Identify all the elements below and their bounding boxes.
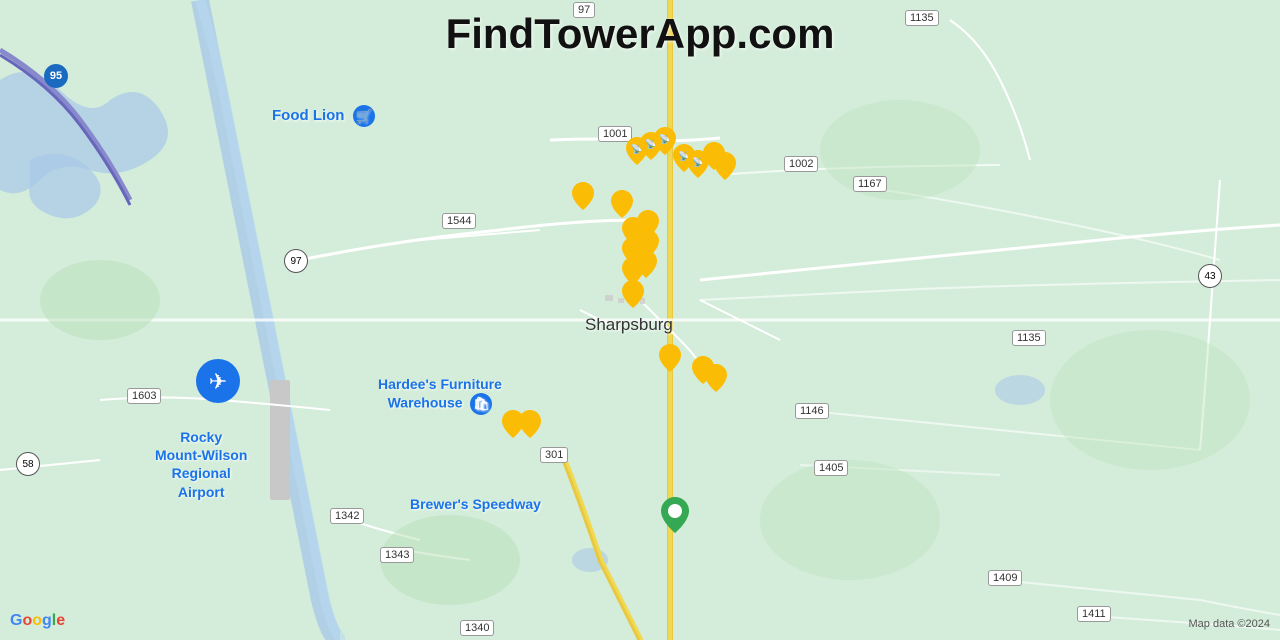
site-title: FindTowerApp.com — [446, 10, 835, 58]
road-badge-1343: 1343 — [380, 547, 414, 563]
place-label-brewers: Brewer's Speedway — [410, 496, 541, 512]
tower-marker-8 — [572, 182, 594, 210]
road-badge-1002: 1002 — [784, 156, 818, 172]
svg-text:📡: 📡 — [659, 133, 670, 144]
road-badge-1544: 1544 — [442, 213, 476, 229]
road-badge-1146: 1146 — [795, 403, 829, 419]
speedway-marker — [661, 497, 689, 538]
city-label-sharpsburg: Sharpsburg — [585, 315, 673, 335]
tower-marker-15 — [635, 250, 657, 278]
road-badge-1340: 1340 — [460, 620, 494, 636]
google-logo: Google — [10, 612, 65, 630]
airport-marker: ✈ — [196, 359, 240, 408]
road-badge-58: 58 — [16, 452, 40, 476]
hardees-bag-icon: 🛍 — [470, 393, 492, 415]
road-badge-1409: 1409 — [988, 570, 1022, 586]
food-lion-cart-icon: 🛒 — [353, 105, 375, 127]
tower-marker-21 — [519, 410, 541, 438]
road-badge-301: 301 — [540, 447, 568, 463]
road-badge-1603: 1603 — [127, 388, 161, 404]
road-badge-1405: 1405 — [814, 460, 848, 476]
road-badge-i95: 95 — [44, 64, 68, 88]
google-letter-g2: g — [42, 612, 52, 629]
tower-marker-9 — [611, 190, 633, 218]
tower-marker-16 — [622, 280, 644, 308]
tower-marker-19 — [705, 364, 727, 392]
road-badge-1411: 1411 — [1077, 606, 1111, 622]
road-badge-1167: 1167 — [853, 176, 887, 192]
tower-marker-17 — [659, 344, 681, 372]
google-letter-g: G — [10, 612, 22, 629]
map-data-text: Map data ©2024 — [1189, 618, 1271, 630]
svg-text:📡: 📡 — [692, 156, 703, 167]
map-container: FindTowerApp.com Sharpsburg Food Lion 🛒 … — [0, 0, 1280, 640]
google-letter-e: e — [56, 612, 65, 629]
road-badge-97a: 97 — [284, 249, 308, 273]
tower-marker-7 — [714, 152, 736, 180]
road-badge-1135b: 1135 — [1012, 330, 1046, 346]
google-letter-o1: o — [22, 612, 32, 629]
google-letter-o2: o — [32, 612, 42, 629]
road-badge-43: 43 — [1198, 264, 1222, 288]
place-label-hardees: Hardee's FurnitureWarehouse 🛍 — [378, 375, 502, 415]
place-label-food-lion: Food Lion 🛒 — [272, 105, 375, 127]
road-badge-1135a: 1135 — [905, 10, 939, 26]
road-badge-1342: 1342 — [330, 508, 364, 524]
place-label-airport: RockyMount-WilsonRegionalAirport — [155, 428, 247, 501]
svg-text:✈: ✈ — [209, 369, 227, 394]
